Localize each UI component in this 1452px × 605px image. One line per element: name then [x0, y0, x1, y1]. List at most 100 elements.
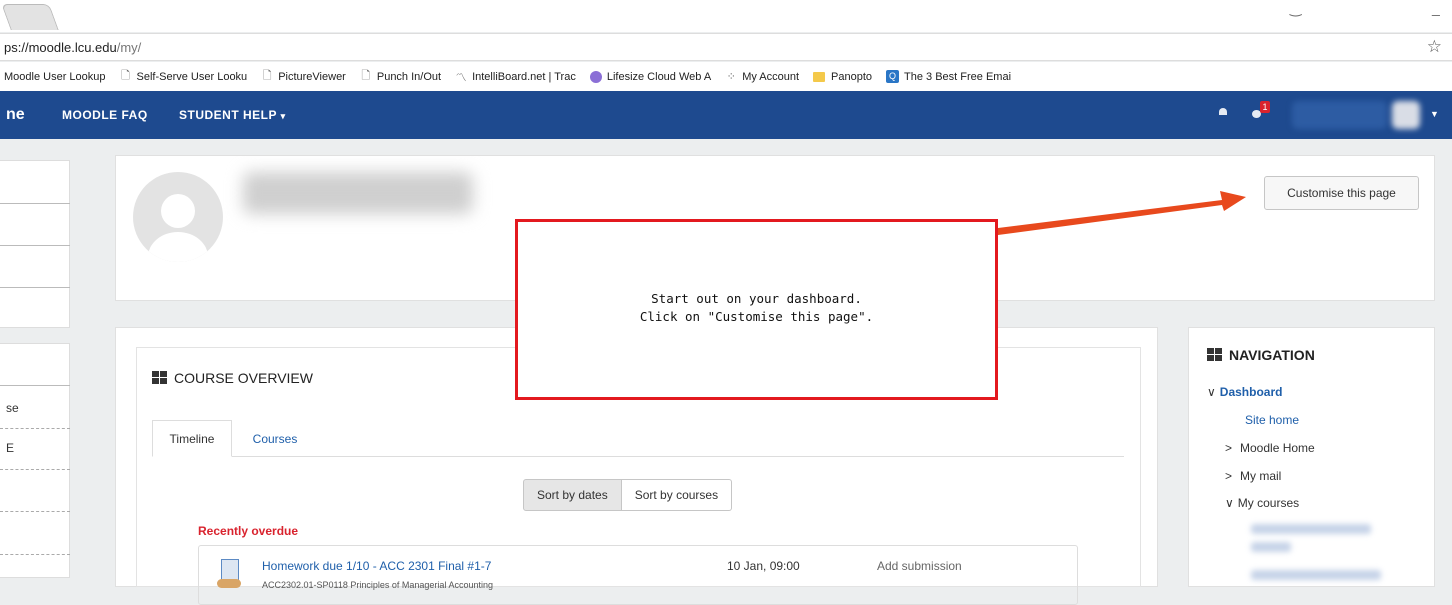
divider — [0, 203, 70, 204]
nav-item-label: My courses — [1237, 496, 1300, 510]
avatar — [133, 172, 223, 262]
bookmark-intelliboard[interactable]: 〽 IntelliBoard.net | Trac — [450, 69, 576, 85]
chevron-right-icon: > — [1225, 469, 1233, 483]
callout-line-2: Click on "Customise this page". — [639, 309, 874, 324]
sort-by-courses-button[interactable]: Sort by courses — [621, 479, 733, 511]
nav-item-course-blurred[interactable] — [1251, 570, 1381, 580]
bookmark-punch-in-out[interactable]: 🗋 Punch In/Out — [355, 67, 441, 86]
tab-courses[interactable]: Courses — [240, 420, 310, 457]
bookmark-label: Moodle User Lookup — [4, 70, 106, 83]
assignment-icon — [217, 559, 241, 589]
user-fullname — [243, 172, 473, 214]
divider — [0, 385, 70, 386]
sort-by-dates-button[interactable]: Sort by dates — [523, 479, 622, 511]
nav-item-site-home[interactable]: Site home — [1245, 413, 1299, 427]
instruction-callout: Start out on your dashboard. Click on "C… — [515, 219, 998, 400]
add-submission-link[interactable]: Add submission — [877, 559, 962, 573]
nav-item-dashboard[interactable]: ∨ Dashboard — [1207, 385, 1282, 399]
message-count-badge: 1 — [1260, 101, 1270, 113]
address-host: ps://moodle.lcu.edu — [4, 40, 117, 55]
left-item-2[interactable]: E — [6, 441, 14, 455]
nav-item-course-blurred[interactable] — [1251, 542, 1291, 552]
sort-toggle: Sort by dates Sort by courses — [523, 479, 733, 511]
divider — [0, 428, 70, 429]
bookmark-label: The 3 Best Free Emai — [904, 70, 1012, 83]
page-icon: 🗋 — [262, 70, 272, 82]
address-path: /my/ — [116, 40, 142, 55]
bookmarks-bar: Moodle User Lookup 🗋 Self-Serve User Look… — [0, 62, 1452, 91]
bookmark-label: Panopto — [831, 70, 873, 83]
chevron-down-icon: ∨ — [1225, 496, 1234, 510]
lifesize-icon — [589, 70, 602, 83]
chevron-down-icon[interactable]: ▼ — [1430, 109, 1439, 119]
bookmark-pictureviewer[interactable]: 🗋 PictureViewer — [256, 67, 346, 86]
bookmark-self-serve[interactable]: 🗋 Self-Serve User Looku — [115, 67, 247, 86]
course-overview-title: COURSE OVERVIEW — [174, 370, 313, 386]
address-url[interactable]: ps://moodle.lcu.edu/my/ — [4, 40, 141, 55]
nav-item-course-blurred[interactable] — [1251, 524, 1371, 534]
bookmark-label: PictureViewer — [278, 70, 346, 83]
grid-icon — [1207, 348, 1223, 362]
left-block-2: se E — [0, 343, 70, 578]
chevron-right-icon: > — [1225, 441, 1233, 455]
divider — [0, 469, 70, 470]
event-course-name: ACC2302.01-SP0118 Principles of Manageri… — [262, 580, 493, 590]
browser-tab[interactable] — [1, 4, 59, 30]
intelliboard-icon: 〽 — [455, 71, 467, 84]
customise-page-button[interactable]: Customise this page — [1264, 176, 1419, 210]
nav-student-help[interactable]: STUDENT HELP ▾ — [179, 108, 286, 122]
q-icon: Q — [886, 70, 900, 83]
window-close-icon[interactable]: _ — [1432, 0, 1440, 16]
bookmark-my-account[interactable]: ⁘ My Account — [720, 70, 800, 84]
nav-item-my-courses[interactable]: ∨ My courses — [1225, 496, 1299, 510]
address-bar[interactable]: ps://moodle.lcu.edu/my/ ☆ — [0, 33, 1452, 61]
left-item-1[interactable]: se — [6, 401, 19, 415]
block-title: COURSE OVERVIEW — [152, 370, 313, 386]
callout-text: Start out on your dashboard. Click on "C… — [518, 290, 995, 326]
folder-icon — [813, 71, 826, 82]
nav-item-moodle-home[interactable]: > Moodle Home — [1225, 441, 1315, 455]
event-date: 10 Jan, 09:00 — [727, 559, 800, 573]
window-minimize-icon[interactable]: ‿ — [1290, 0, 1301, 17]
nav-student-help-label: STUDENT HELP — [179, 108, 277, 122]
divider — [0, 511, 70, 512]
bookmark-label: My Account — [742, 70, 800, 83]
top-navbar: ne MOODLE FAQ STUDENT HELP ▾ 1 ▼ — [0, 91, 1452, 139]
bell-icon[interactable] — [1218, 107, 1228, 117]
tab-timeline[interactable]: Timeline — [152, 420, 232, 457]
page-icon: 🗋 — [361, 70, 371, 82]
chevron-down-icon: ∨ — [1207, 385, 1216, 399]
nav-item-my-mail[interactable]: > My mail — [1225, 469, 1281, 483]
user-name[interactable] — [1292, 101, 1387, 129]
bookmark-best-free-email[interactable]: Q The 3 Best Free Emai — [881, 70, 1011, 83]
nav-moodle-faq[interactable]: MOODLE FAQ — [62, 108, 148, 122]
bookmark-label: Lifesize Cloud Web A — [606, 70, 712, 83]
dots-icon: ⁘ — [726, 71, 736, 83]
left-block-1 — [0, 160, 70, 328]
nav-item-label: Moodle Home — [1240, 441, 1315, 455]
avatar[interactable] — [1392, 101, 1420, 129]
avatar-head — [161, 194, 195, 228]
tabs-divider — [152, 456, 1124, 457]
avatar-body — [148, 232, 208, 262]
bookmark-panopto[interactable]: Panopto — [808, 71, 872, 83]
grid-icon — [152, 371, 168, 385]
divider — [0, 245, 70, 246]
star-icon[interactable]: ☆ — [1427, 37, 1442, 57]
callout-line-1: Start out on your dashboard. — [651, 291, 862, 306]
navigation-title: NAVIGATION — [1229, 347, 1315, 363]
chevron-down-icon: ▾ — [280, 111, 286, 121]
bookmark-moodle-user-lookup[interactable]: Moodle User Lookup — [4, 71, 106, 83]
block-title: NAVIGATION — [1207, 347, 1315, 363]
event-title-link[interactable]: Homework due 1/10 - ACC 2301 Final #1-7 — [262, 559, 491, 573]
divider — [0, 287, 70, 288]
bookmark-label: Punch In/Out — [376, 70, 442, 83]
nav-item-label: My mail — [1240, 469, 1282, 483]
browser-tab-strip: ‿ _ — [0, 0, 1452, 32]
site-brand[interactable]: ne — [6, 106, 25, 124]
bookmark-label: IntelliBoard.net | Trac — [472, 70, 576, 83]
nav-item-label: Dashboard — [1219, 385, 1283, 399]
page-icon: 🗋 — [121, 70, 130, 82]
divider — [0, 554, 70, 555]
bookmark-lifesize[interactable]: Lifesize Cloud Web A — [585, 70, 712, 83]
